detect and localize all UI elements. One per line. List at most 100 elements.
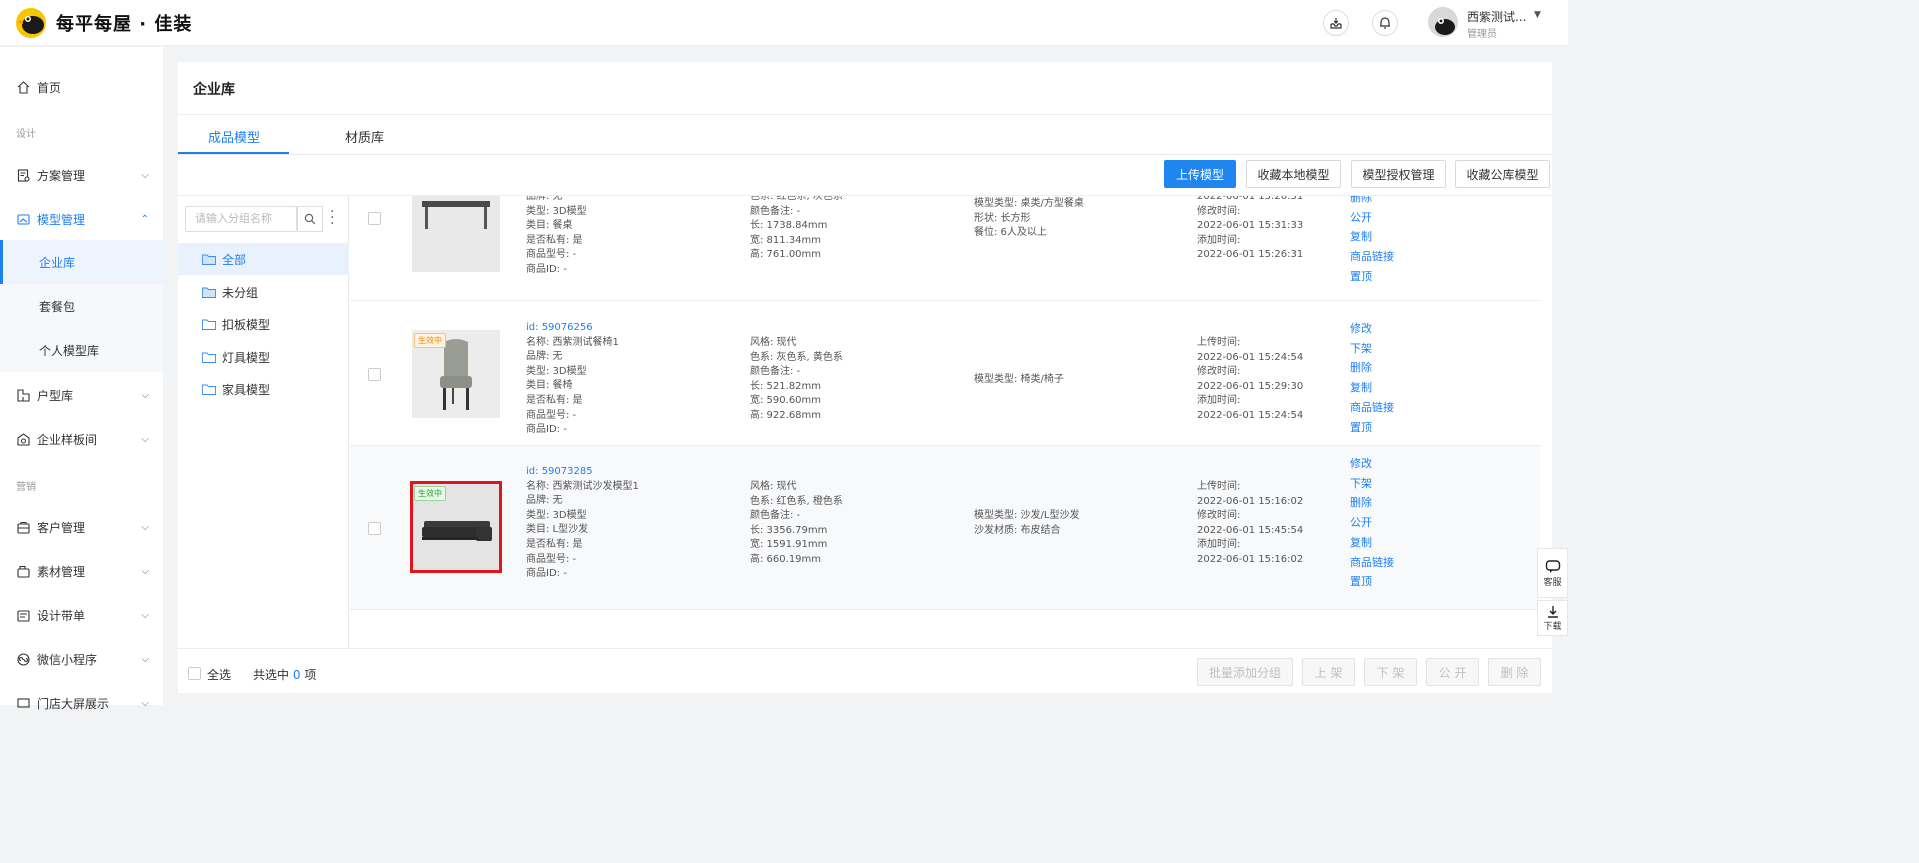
model-thumbnail[interactable]: 生效中 — [412, 330, 500, 418]
select-all-label[interactable]: 全选 — [207, 666, 231, 683]
chevron-down-icon: ⌵ — [141, 170, 149, 181]
more-vertical-icon[interactable]: · · · — [330, 205, 334, 231]
sidebar-group-label: 设计 — [16, 129, 36, 140]
model-id[interactable]: id: 59076256 — [526, 321, 619, 336]
upload-model-button[interactable]: 上传模型 — [1164, 160, 1236, 188]
sidebar-item-home[interactable]: 首页 — [0, 65, 163, 109]
group-item-lighting[interactable]: 灯具模型 — [178, 341, 349, 373]
info-line: 商品型号: - — [526, 249, 577, 261]
row-checkbox[interactable] — [368, 368, 381, 381]
batch-delete-button[interactable]: 删 除 — [1488, 658, 1541, 686]
copy-link[interactable]: 复制 — [1350, 378, 1394, 398]
customer-service-button[interactable]: 客服 — [1537, 548, 1568, 598]
row-checkbox[interactable] — [368, 522, 381, 535]
collect-local-model-button[interactable]: 收藏本地模型 — [1246, 160, 1341, 188]
sidebar-item-material[interactable]: 素材管理 ⌵ — [0, 549, 163, 593]
group-item-ungrouped[interactable]: 未分组 — [178, 276, 349, 308]
sidebar-item-label: 企业样板间 — [37, 432, 98, 447]
group-item-ceiling[interactable]: 扣板模型 — [178, 308, 349, 340]
download-button[interactable]: 下载 — [1537, 600, 1568, 636]
sidebar-subitem-package[interactable]: 套餐包 — [0, 284, 163, 328]
edit-link[interactable]: 修改 — [1350, 319, 1394, 339]
inbox-icon[interactable] — [1323, 10, 1349, 36]
chevron-down-icon: ⌵ — [141, 698, 149, 709]
avatar[interactable] — [1428, 7, 1458, 37]
product-link[interactable]: 商品链接 — [1350, 553, 1394, 573]
publish-link[interactable]: 公开 — [1350, 208, 1394, 228]
delete-link[interactable]: 删除 — [1350, 493, 1394, 513]
product-link[interactable]: 商品链接 — [1350, 398, 1394, 418]
publish-link[interactable]: 公开 — [1350, 513, 1394, 533]
tab-material-library[interactable]: 材质库 — [345, 127, 384, 146]
info-line: 商品型号: - — [526, 553, 577, 565]
batch-off-shelf-button[interactable]: 下 架 — [1364, 658, 1417, 686]
batch-on-shelf-button[interactable]: 上 架 — [1302, 658, 1355, 686]
search-icon[interactable] — [297, 206, 323, 232]
model-info-column: 品牌: 无 类型: 3D模型 类目: 餐桌 是否私有: 是 商品型号: - 商品… — [526, 196, 587, 278]
edit-link[interactable]: 修改 — [1350, 454, 1394, 474]
sidebar-item-design-order[interactable]: 设计带单 ⌵ — [0, 593, 163, 637]
spec-line: 色系: 红色系, 灰色系 — [750, 196, 843, 202]
floorplan-icon — [16, 388, 30, 402]
tab-active-indicator — [178, 152, 289, 154]
spec-line: 颜色备注: - — [750, 366, 801, 378]
delete-link[interactable]: 删除 — [1350, 196, 1394, 208]
sidebar-item-customer[interactable]: 客户管理 ⌵ — [0, 505, 163, 549]
pin-top-link[interactable]: 置顶 — [1350, 418, 1394, 438]
sidebar-subitem-personal[interactable]: 个人模型库 — [0, 328, 163, 372]
time-line: 添加时间: — [1197, 395, 1241, 407]
group-item-furniture[interactable]: 家具模型 — [178, 373, 349, 405]
info-line: 类型: 3D模型 — [526, 509, 587, 521]
table-row[interactable]: 生效中 id: 59076256 名称: 西紫测试餐椅1 品牌: 无 类型: 3… — [350, 301, 1540, 446]
info-line: 商品型号: - — [526, 409, 577, 421]
row-actions: 修改 下架 删除 公开 复制 商品链接 置顶 — [1350, 454, 1394, 592]
product-link[interactable]: 商品链接 — [1350, 247, 1394, 267]
off-shelf-link[interactable]: 下架 — [1350, 474, 1394, 494]
download-icon — [1547, 605, 1558, 618]
spec-line: 风格: 现代 — [750, 337, 797, 348]
download-label: 下载 — [1543, 621, 1562, 632]
customer-service-label: 客服 — [1543, 577, 1562, 588]
info-line: 品牌: 无 — [526, 495, 563, 507]
sidebar: 首页 设计 方案管理 ⌵ 模型管理 ⌃ 企业库 套餐包 个人模型库 户型库 ⌵ … — [0, 47, 163, 711]
table-row[interactable]: 生效中 id: 59073285 名称: 西紫测试沙发模型1 品牌: 无 类型:… — [350, 446, 1540, 610]
tab-finished-models[interactable]: 成品模型 — [208, 127, 260, 146]
sidebar-item-store[interactable]: 门店大屏展示 ⌵ — [0, 681, 163, 725]
time-line: 2022-06-01 15:45:54 — [1197, 524, 1304, 536]
off-shelf-link[interactable]: 下架 — [1350, 339, 1394, 359]
model-thumbnail[interactable] — [412, 196, 500, 272]
model-id[interactable]: id: 59073285 — [526, 465, 639, 480]
batch-add-group-button[interactable]: 批量添加分组 — [1197, 658, 1293, 686]
brand-logo[interactable]: 每平每屋 · 佳装 — [14, 6, 192, 40]
time-line: 2022-06-01 15:24:54 — [1197, 351, 1304, 363]
pin-top-link[interactable]: 置顶 — [1350, 572, 1394, 592]
chevron-down-icon: ⌵ — [141, 434, 149, 445]
sidebar-item-plan[interactable]: 方案管理 ⌵ — [0, 153, 163, 197]
selected-count: 0 — [292, 668, 301, 682]
select-all-checkbox[interactable] — [188, 667, 201, 680]
copy-link[interactable]: 复制 — [1350, 227, 1394, 247]
table-row[interactable]: 品牌: 无 类型: 3D模型 类目: 餐桌 是否私有: 是 商品型号: - 商品… — [350, 196, 1540, 301]
copy-link[interactable]: 复制 — [1350, 533, 1394, 553]
sidebar-item-sample[interactable]: 企业样板间 ⌵ — [0, 417, 163, 461]
batch-publish-button[interactable]: 公 开 — [1426, 658, 1479, 686]
info-line: 类型: 3D模型 — [526, 205, 587, 217]
info-line: 是否私有: 是 — [526, 538, 583, 550]
sidebar-subitem-enterprise[interactable]: 企业库 — [0, 240, 163, 284]
caret-down-icon[interactable]: ▼ — [1534, 10, 1541, 20]
bell-icon[interactable] — [1372, 10, 1398, 36]
model-thumbnail[interactable]: 生效中 — [410, 481, 502, 573]
row-checkbox[interactable] — [368, 212, 381, 225]
chevron-down-icon: ⌵ — [141, 610, 149, 621]
sidebar-item-house[interactable]: 户型库 ⌵ — [0, 373, 163, 417]
model-auth-button[interactable]: 模型授权管理 — [1351, 160, 1446, 188]
group-search-input[interactable]: 请输入分组名称 — [185, 206, 297, 232]
collect-public-model-button[interactable]: 收藏公库模型 — [1455, 160, 1550, 188]
sidebar-item-wechat[interactable]: 微信小程序 ⌵ — [0, 637, 163, 681]
pin-top-link[interactable]: 置顶 — [1350, 267, 1394, 287]
delete-link[interactable]: 删除 — [1350, 358, 1394, 378]
sidebar-item-model[interactable]: 模型管理 ⌃ — [0, 197, 163, 241]
group-item-all[interactable]: 全部 — [178, 243, 349, 275]
user-name[interactable]: 西紫测试... — [1467, 8, 1526, 25]
model-attr-column: 模型类型: 椅类/椅子 — [974, 373, 1064, 388]
